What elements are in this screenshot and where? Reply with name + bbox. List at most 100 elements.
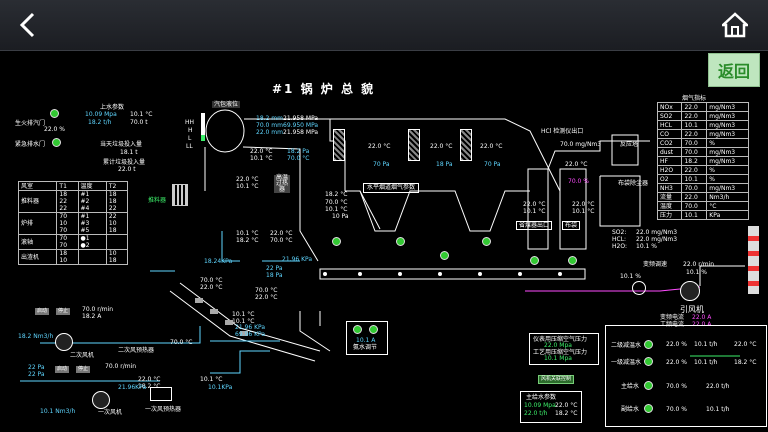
furnace-p1: 18.2 Pa [287,148,310,155]
fan-freq-label: 变频调速 [643,261,668,268]
drum-ll-label: LL [186,143,193,150]
r2-v1: 22.0 % [666,359,687,366]
table-row: 温度 70.0 °C [656,201,749,211]
furnace-p6: 21.96 KPa [235,324,266,331]
secondary-fan-icon[interactable] [55,333,73,351]
secondary-preheater-label: 二次风预热器 [118,347,155,354]
cell: 18 18 22 [105,190,129,213]
r3-label: 主给水 [621,383,640,390]
return-button[interactable]: 返回 [708,53,760,87]
reactor-t2: 22.0 °C [565,161,588,168]
drum-hh-label: HH [185,119,195,126]
damper-icon[interactable] [632,281,646,295]
ammonia-pump-1[interactable] [353,325,362,334]
table-header: T2 [105,181,129,191]
reactor-t1: 70.0 mg/Nm3 [560,141,602,148]
hopper-valve-6[interactable] [568,256,577,265]
r3-v2: 22.0 t/h [706,383,730,390]
reactor-t4: 10.1 °C [572,208,595,215]
r2-v2: 10.1 t/h [694,359,718,366]
sec-fan-v2: 18.2 A [82,313,102,320]
r4-v1: 70.0 % [666,406,687,413]
fan-freq-value: 22.0 r/min [683,261,715,268]
r2-label: 一级减温水 [611,359,642,366]
ammonia-pump-2[interactable] [369,325,378,334]
r4-valve[interactable] [644,404,653,413]
drain-gate-valve[interactable] [52,138,61,147]
prim-fan-btn-stop[interactable]: 停止 [76,366,91,373]
process-diagram: 返回 #1 锅 炉 总 貌 生火排汽门 22.0 % 紧急排水门 上水参数 10… [0,51,768,432]
r4-label: 副给水 [621,406,640,413]
cell: #1 #2 #4 [77,190,107,213]
cell: 18 10 [56,249,79,265]
sec-v8: 10.1KPa [208,384,233,391]
table-header: 风室 [17,181,58,191]
prim-v5: 10.1 Nm3/h [40,408,76,415]
drum-level-label: 汽包液位 [212,101,241,108]
superheater-2 [408,129,420,161]
drum-v1: 18.2 mm [256,115,283,122]
primary-fan-label: 一次风机 [98,409,123,416]
table-header: T1 [56,181,79,191]
furnace-t18: 10.1 °C [232,311,255,318]
drum-v2: 21.958 MPa [283,115,319,122]
so2-label: SO2: [612,229,627,236]
flue-t3: 22.0 °C [480,143,503,150]
primary-fan-icon[interactable] [92,391,110,409]
table-header-row: 风室 T1 温度 T2 [17,181,129,191]
prim-fan-btn-start[interactable]: 启动 [55,366,70,373]
r4-v2: 10.1 t/h [706,406,730,413]
hopper-valve-4[interactable] [482,237,491,246]
furnace-t12: 22 Pa [266,265,283,272]
page-title: #1 锅 炉 总 貌 [272,82,376,96]
so2-value: 22.0 mg/Nm3 [636,229,678,236]
secondary-fan-label: 二次风机 [70,352,95,359]
sec-fan-btn-start[interactable]: 启动 [35,308,50,315]
hopper-valve-2[interactable] [396,237,405,246]
reheater-label: 高温过热器 [274,174,290,193]
furnace-p3: 10 Pa [332,213,349,220]
hcl-value: 22.0 mg/Nm3 [636,236,678,243]
id-fan-icon[interactable] [680,281,700,301]
table-header: 温度 [77,181,107,191]
emission-title: 烟气指标 [682,95,707,102]
sec-v4: 22.0 °C [138,376,161,383]
table-row: 出渣机 18 10 10 18 [17,249,129,265]
fan-link-control-button[interactable]: 风机关联控制 [538,375,575,384]
back-nav-button[interactable] [10,8,44,42]
r2-valve[interactable] [644,357,653,366]
drum-v5: 22.0 mm [256,129,283,136]
home-button[interactable] [718,8,752,42]
hopper-valve-3[interactable] [440,251,449,260]
cell: #1 #3 #5 [77,212,107,235]
hopper-valve-5[interactable] [530,256,539,265]
primary-preheater-label: 一次风预热器 [145,406,182,413]
r1-valve[interactable] [644,340,653,349]
economizer-outlet-label: 省煤器出口 [516,221,553,230]
waste-today-value: 18.1 t [120,149,138,156]
furnace-t10: 22.0 °C [270,230,293,237]
furnace-t2: 10.1 °C [250,155,273,162]
hcl-monitor-label: HCl 检测仪出口 [541,128,584,135]
cell: 22 10 18 [105,212,129,235]
sec-fan-btn-stop[interactable]: 停止 [56,308,71,315]
furnace-t7: 10.1 °C [325,206,348,213]
r3-valve[interactable] [644,381,653,390]
drum-v4: 69.950 MPa [283,122,319,129]
economizer-t2: 10.1 °C [523,208,546,215]
table-row: HF 18.2 mg/Nm3 [656,156,749,166]
r1-v3: 22.0 °C [734,341,757,348]
air-v1: 22.0 Mpa [544,342,572,349]
table-row: O2 10.1% [656,174,749,184]
r3-v1: 70.0 % [666,383,687,390]
table-row: 流量 22.0 Nm3/h [656,192,749,202]
furnace-t4: 10.1 °C [236,183,259,190]
sec-v6: 10.1 °C [200,376,223,383]
water-total: 70.0 t [130,119,148,126]
zone-temp-table: 风室 T1 温度 T2 推料器 18 22 22 #1 #2 #4 18 18 22 炉排 … [17,181,129,265]
hopper-valve-1[interactable] [332,237,341,246]
table-row: 炉排 70 10 70 #1 #3 #5 22 10 18 [17,212,129,235]
feed-hopper [172,184,188,206]
water-temp: 10.1 °C [130,111,153,118]
vent-gate-valve[interactable] [50,109,59,118]
